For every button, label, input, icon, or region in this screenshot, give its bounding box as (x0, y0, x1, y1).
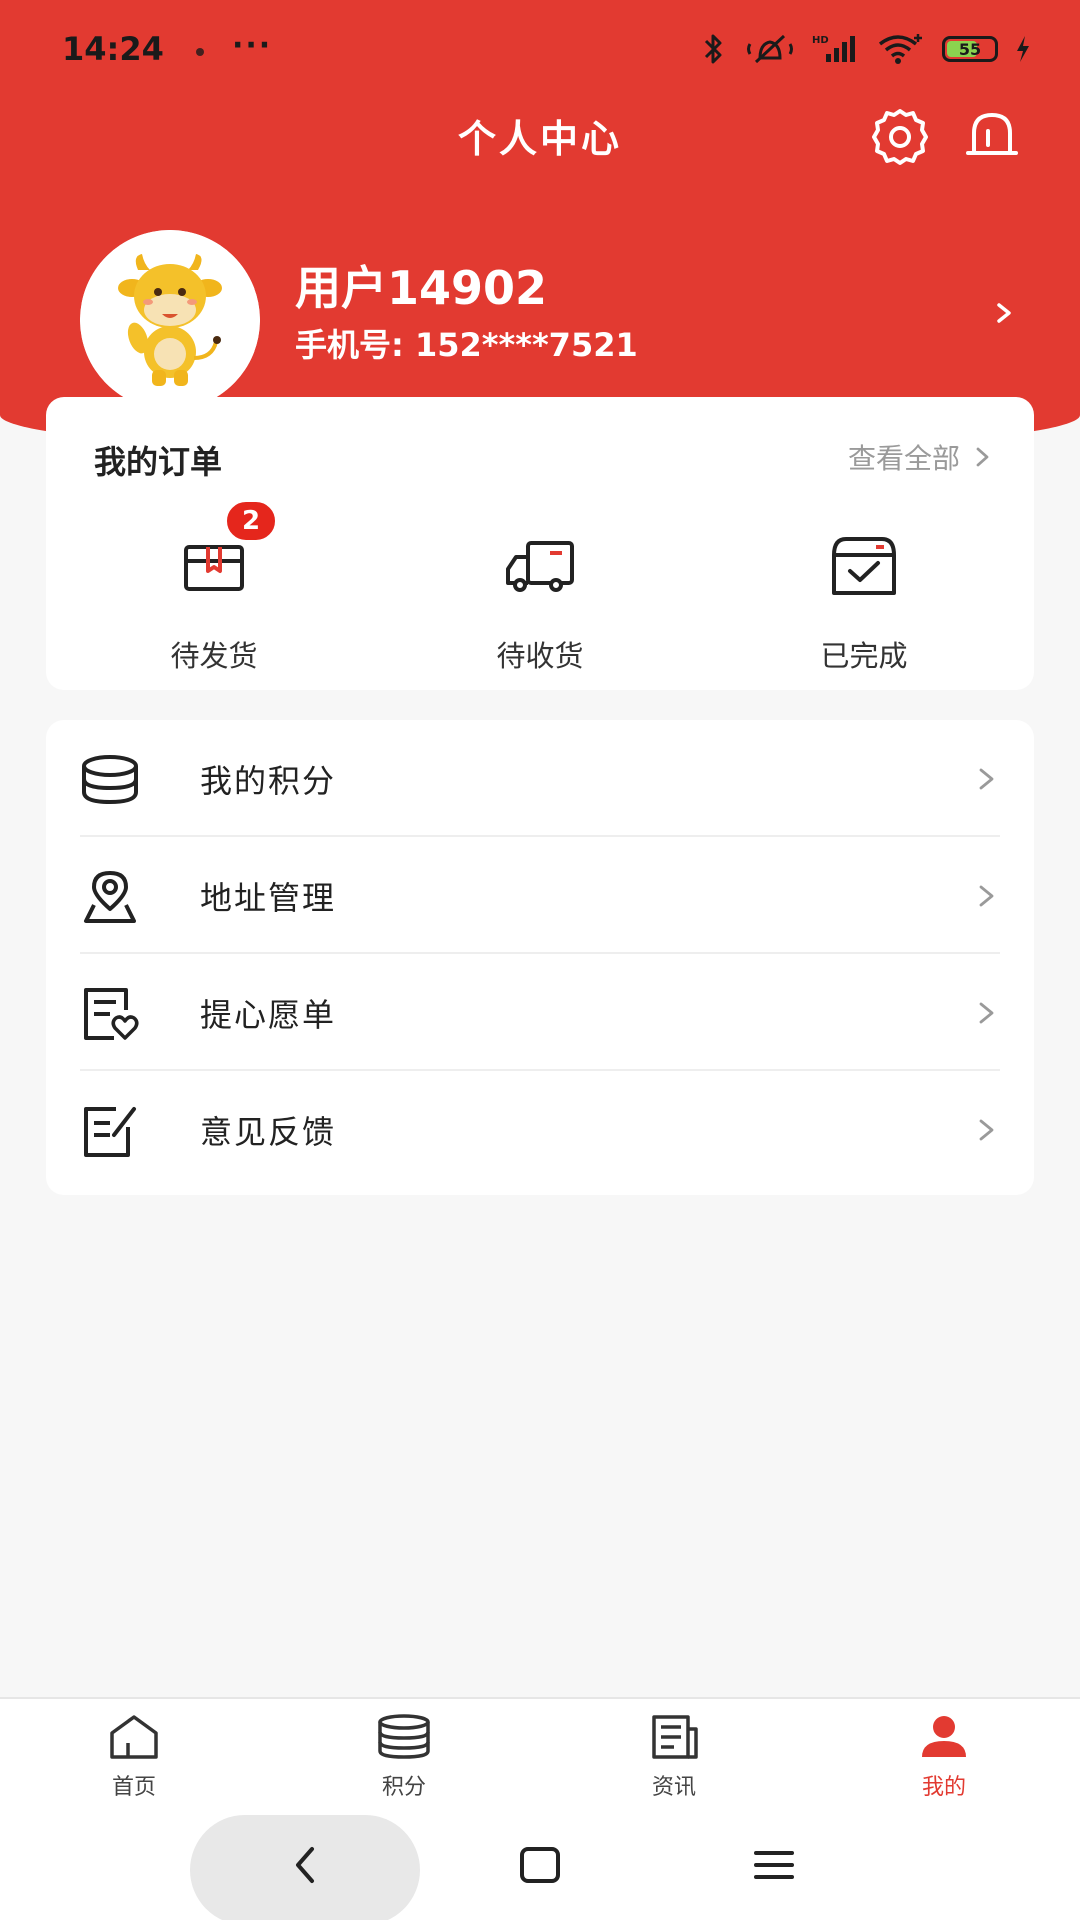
chevron-right-icon (976, 447, 989, 467)
charging-icon (1017, 36, 1029, 62)
phone-number: 手机号: 152****7521 (295, 326, 638, 364)
wishlist-icon (84, 988, 139, 1040)
svg-text:HD: HD (812, 35, 829, 46)
order-pending-receipt[interactable]: 待收货 (440, 527, 640, 675)
location-icon (84, 871, 136, 923)
tab-home[interactable]: 首页 (74, 1713, 194, 1801)
menu-label: 意见反馈 (200, 1113, 337, 1151)
pending-count-badge: 2 (224, 499, 278, 543)
wifi-icon (878, 34, 922, 64)
tab-news[interactable]: 资讯 (614, 1713, 734, 1801)
order-pending-shipment[interactable]: 2 待发货 (114, 499, 314, 675)
settings-icon[interactable] (868, 105, 932, 169)
orders-title: 我的订单 (94, 443, 223, 481)
back-icon[interactable] (290, 1843, 320, 1887)
battery-indicator: 55 (942, 36, 998, 62)
notification-dot-icon (196, 48, 204, 56)
view-all-label: 查看全部 (847, 442, 960, 475)
order-label: 待收货 (496, 639, 584, 673)
profile-chevron-icon[interactable] (993, 295, 1017, 331)
username: 用户14902 (295, 261, 548, 315)
tab-points[interactable]: 积分 (344, 1713, 464, 1801)
recents-menu-icon[interactable] (752, 1843, 796, 1887)
status-time: 14:24 (62, 30, 164, 68)
bluetooth-icon (704, 34, 722, 64)
points-icon (82, 755, 138, 805)
mute-vibrate-icon (747, 34, 793, 64)
tab-label: 积分 (381, 1775, 426, 1800)
feedback-icon (84, 1107, 136, 1157)
chevron-right-icon (979, 768, 994, 790)
menu-item-points[interactable]: 我的积分 (80, 720, 1000, 837)
tab-bar: 首页 积分 资讯 我的 (0, 1697, 1080, 1813)
bell-icon[interactable] (960, 105, 1024, 169)
status-more: ··· (232, 28, 273, 63)
signal-icon: HD (812, 35, 855, 62)
status-bar: 14:24 ··· HD 55 (0, 0, 1080, 100)
tab-mine[interactable]: 我的 (884, 1713, 1004, 1801)
menu-item-wishlist[interactable]: 提心愿单 (80, 954, 1000, 1071)
home-icon (110, 1715, 158, 1759)
chevron-right-icon (979, 885, 994, 907)
chevron-right-icon (979, 1002, 994, 1024)
view-all-orders-link[interactable]: 查看全部 (848, 437, 992, 477)
menu-item-feedback[interactable]: 意见反馈 (80, 1071, 1000, 1188)
status-icons: HD 55 (698, 32, 1030, 66)
news-icon (652, 1715, 698, 1759)
order-completed[interactable]: 已完成 (764, 527, 964, 675)
order-label: 待发货 (170, 639, 258, 673)
truck-icon (500, 527, 580, 607)
orders-card: 我的订单 查看全部 2 待发货 待收货 已完成 (46, 397, 1034, 690)
home-square-icon[interactable] (518, 1843, 562, 1887)
order-label: 已完成 (820, 639, 908, 673)
avatar[interactable] (80, 230, 260, 410)
chevron-right-icon (979, 1119, 994, 1141)
tab-label: 资讯 (651, 1775, 696, 1800)
menu-card: 我的积分 地址管理 提心愿单 意见反馈 (46, 720, 1034, 1195)
coins-icon (378, 1714, 430, 1759)
cow-mascot-icon (80, 230, 260, 410)
package-icon: 2 (174, 499, 278, 607)
tab-label: 我的 (921, 1775, 966, 1800)
menu-label: 我的积分 (200, 762, 337, 800)
system-nav-bar (0, 1813, 1080, 1920)
tab-label: 首页 (111, 1775, 156, 1800)
menu-label: 地址管理 (200, 879, 337, 917)
menu-label: 提心愿单 (200, 996, 337, 1034)
user-icon (922, 1716, 966, 1757)
completed-box-icon (824, 527, 904, 607)
battery-level: 55 (958, 39, 982, 59)
menu-item-address[interactable]: 地址管理 (80, 837, 1000, 954)
